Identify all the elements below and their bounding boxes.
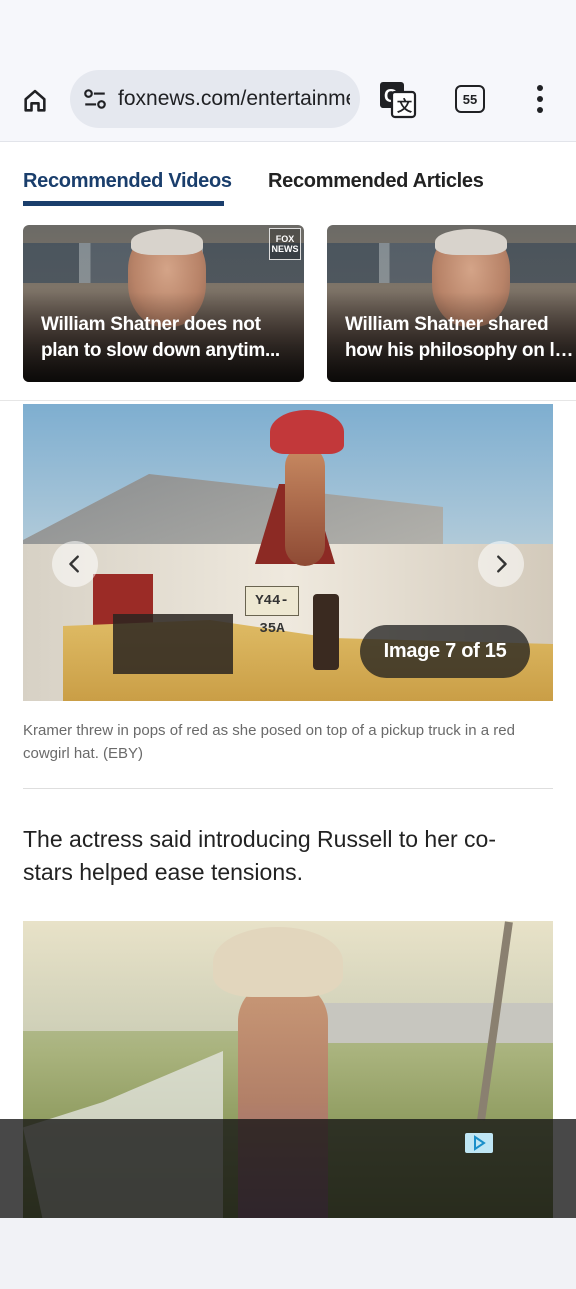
- license-plate: Y44-35A: [245, 586, 299, 637]
- active-tab-indicator: [23, 201, 224, 206]
- ad-banner[interactable]: [0, 1119, 576, 1218]
- home-button[interactable]: [14, 80, 56, 122]
- truck-window: [113, 614, 233, 674]
- red-cowgirl-hat: [270, 410, 344, 454]
- divider: [0, 400, 576, 401]
- menu-dot: [537, 96, 543, 102]
- site-settings-icon[interactable]: [82, 86, 108, 112]
- home-icon: [24, 89, 46, 112]
- divider: [23, 788, 553, 789]
- status-bar: [0, 0, 576, 56]
- photo-house: [303, 1003, 553, 1043]
- subject-boots: [313, 594, 339, 670]
- tab-switcher-button[interactable]: 55: [455, 85, 485, 113]
- video-title: William Shatner does not plan to slow do…: [41, 312, 291, 364]
- adchoices-button[interactable]: [465, 1133, 493, 1153]
- browser-toolbar: foxnews.com/entertainme G文 55: [0, 56, 576, 142]
- image-gallery[interactable]: Y44-35A Image 7 of 15: [23, 404, 553, 701]
- video-title-line: William Shatner does not: [41, 314, 261, 335]
- more-options-button[interactable]: [526, 82, 554, 116]
- recommendation-tabs: Recommended Videos Recommended Articles: [0, 142, 576, 212]
- adchoices-icon: [474, 1135, 486, 1151]
- chevron-left-icon: [69, 555, 79, 573]
- gallery-next-button[interactable]: [478, 541, 524, 587]
- gallery-prev-button[interactable]: [52, 541, 98, 587]
- translate-button[interactable]: G文: [378, 80, 418, 120]
- video-card[interactable]: William Shatner shared how his philosoph…: [327, 225, 576, 382]
- cowboy-hat: [213, 927, 343, 997]
- fox-news-logo: FOX NEWS: [269, 228, 301, 260]
- address-bar[interactable]: foxnews.com/entertainme: [70, 70, 360, 128]
- video-title-line: William Shatner shared: [345, 314, 549, 335]
- image-counter: Image 7 of 15: [360, 625, 530, 678]
- video-thumbnail-hair: [435, 229, 507, 255]
- svg-text:文: 文: [397, 97, 413, 115]
- translate-icon: G文: [380, 82, 417, 119]
- video-title-line: plan to slow down anytim...: [41, 340, 280, 361]
- video-card[interactable]: FOX NEWS William Shatner does not plan t…: [23, 225, 304, 382]
- menu-dot: [537, 107, 543, 113]
- tab-recommended-articles[interactable]: Recommended Articles: [268, 170, 484, 193]
- chevron-right-icon: [497, 555, 507, 573]
- video-title-line: how his philosophy on lif...: [345, 340, 576, 361]
- article-paragraph: The actress said introducing Russell to …: [23, 826, 496, 885]
- menu-dot: [537, 85, 543, 91]
- video-thumbnail-hair: [131, 229, 203, 255]
- tab-recommended-videos[interactable]: Recommended Videos: [23, 170, 232, 193]
- url-text[interactable]: foxnews.com/entertainme: [118, 87, 350, 111]
- video-title: William Shatner shared how his philosoph…: [345, 312, 576, 364]
- image-caption: Kramer threw in pops of red as she posed…: [23, 722, 515, 762]
- gallery-subject: [285, 446, 325, 566]
- system-navigation-bar: [0, 1218, 576, 1289]
